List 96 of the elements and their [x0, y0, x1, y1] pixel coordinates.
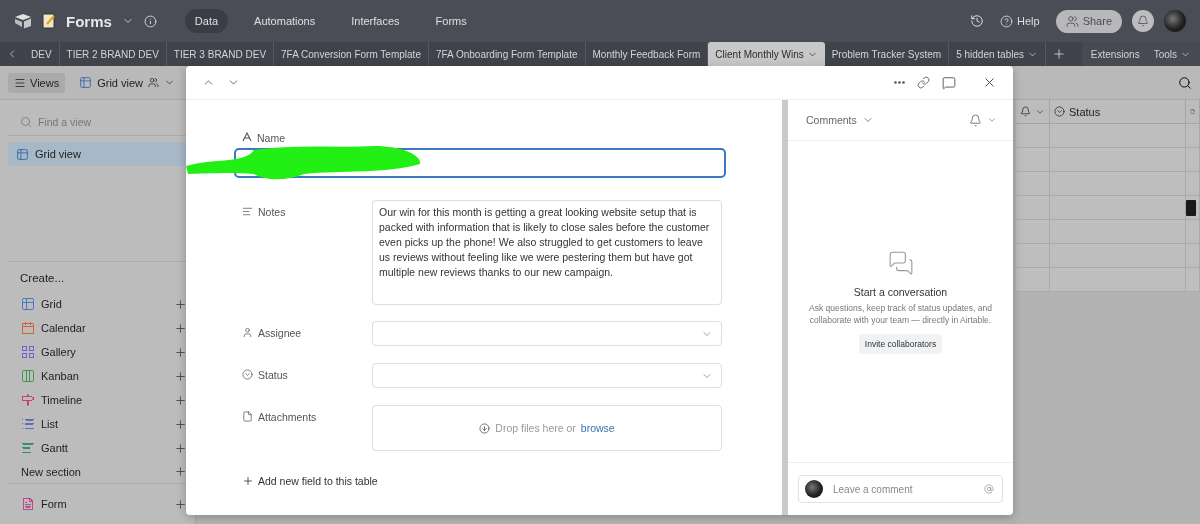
- link-button[interactable]: [915, 74, 932, 91]
- comments-dropdown[interactable]: Comments: [806, 114, 857, 126]
- plus-icon: [1052, 47, 1067, 61]
- plus-icon: [174, 297, 187, 311]
- user-avatar[interactable]: [1164, 10, 1186, 32]
- view-switcher[interactable]: Grid view: [73, 72, 181, 93]
- drop-hint: Drop files here or: [495, 422, 576, 434]
- new-section-label[interactable]: New section: [21, 465, 81, 478]
- table-tab[interactable]: Client Monthly Wins: [708, 42, 825, 66]
- table-cell: [1016, 244, 1050, 268]
- empty-description: Ask questions, keep track of status updates, and collaborate with your team — directly in Airtable.: [808, 301, 993, 326]
- plus-icon: [174, 465, 187, 478]
- table-cell: [1016, 220, 1050, 244]
- at-sign-icon: [984, 484, 994, 494]
- field-label: Attachments: [258, 411, 317, 423]
- chat-bubbles-icon: [887, 249, 914, 276]
- info-icon: [143, 14, 157, 28]
- bell-icon: [1020, 106, 1031, 117]
- more-icon: [894, 81, 905, 84]
- people-icon: [148, 77, 159, 88]
- close-icon: [982, 75, 997, 90]
- search-icon: [20, 115, 32, 128]
- empty-title: Start a conversation: [853, 285, 948, 298]
- invite-button[interactable]: Invite collaborators: [858, 333, 943, 354]
- nav-tab[interactable]: Interfaces: [341, 9, 410, 33]
- create-view-label[interactable]: Grid: [41, 298, 62, 310]
- bell-icon: [969, 113, 982, 127]
- nav-tab[interactable]: Data: [184, 9, 229, 33]
- create-view-label[interactable]: List: [41, 418, 59, 430]
- comment-icon: [942, 75, 956, 90]
- comment-input[interactable]: Leave a comment: [798, 475, 1003, 503]
- tools-button[interactable]: Tools: [1146, 42, 1198, 66]
- bell-icon: [1137, 15, 1149, 27]
- table-icon: [16, 147, 29, 161]
- plus-icon: [174, 345, 187, 359]
- field-label: Name: [257, 132, 285, 144]
- plus-icon: [174, 417, 187, 431]
- user-avatar: [805, 480, 823, 498]
- attachment-dropzone[interactable]: Drop files here or browse: [372, 405, 722, 451]
- create-view-label[interactable]: Timeline: [41, 394, 83, 406]
- file-icon: [1190, 106, 1195, 117]
- link-icon: [917, 76, 930, 89]
- plus-icon: [174, 393, 187, 407]
- notes-textarea[interactable]: Our win for this month is getting a great looking website setup that is packed with information that is likely to close sales before the customer even picks up the phone! We also struggled to get customers to leave us reviews without feeling like we were pestering them but have got multiple new reviews thanks to our new campaign.: [372, 200, 722, 305]
- column-header[interactable]: [1186, 100, 1200, 124]
- dropdown-circle-icon: [242, 369, 253, 380]
- create-view-label[interactable]: Calendar: [41, 322, 86, 334]
- menu-icon: [14, 76, 26, 89]
- people-icon: [1065, 14, 1079, 28]
- create-view-label[interactable]: Gallery: [41, 346, 76, 358]
- notepad-icon: [42, 13, 56, 29]
- plus-icon: [174, 497, 187, 511]
- paragraph-icon: [242, 206, 253, 217]
- extensions-button[interactable]: Extensions: [1083, 42, 1147, 66]
- table-cell: [1186, 124, 1200, 148]
- table-cell: [1016, 124, 1050, 148]
- help-button[interactable]: Help: [994, 10, 1046, 32]
- field-label: Assignee: [258, 327, 302, 339]
- sidebar-view-item[interactable]: Grid view: [8, 142, 187, 166]
- nav-tab[interactable]: Forms: [425, 9, 477, 33]
- table-icon: [79, 76, 93, 89]
- plus-icon: [242, 475, 254, 487]
- table-cell: [1016, 196, 1050, 220]
- share-button[interactable]: Share: [1055, 9, 1122, 33]
- column-header[interactable]: [1016, 100, 1050, 124]
- plus-icon: [174, 321, 187, 335]
- table-cell: [1016, 172, 1050, 196]
- base-name[interactable]: Forms: [66, 12, 112, 30]
- help-icon: [1000, 14, 1013, 28]
- table-cell: [1016, 268, 1050, 292]
- history-icon: [970, 14, 984, 28]
- create-view-label[interactable]: Kanban: [41, 370, 79, 382]
- letter-a-icon: [242, 132, 252, 142]
- create-view-label[interactable]: Form: [41, 498, 67, 510]
- add-field-button[interactable]: Add new field to this table: [242, 475, 726, 487]
- plus-icon: [174, 441, 187, 455]
- logo-icon: [14, 13, 32, 29]
- more-button[interactable]: [892, 79, 907, 86]
- column-header[interactable]: Status: [1050, 100, 1186, 124]
- plus-icon: [174, 369, 187, 383]
- browse-link[interactable]: browse: [580, 422, 615, 434]
- notifications-button[interactable]: [1132, 10, 1154, 32]
- nav-tab[interactable]: Automations: [244, 9, 326, 33]
- file-icon: [242, 411, 253, 422]
- table-cell: [1016, 148, 1050, 172]
- chevron-down-icon: [987, 115, 997, 125]
- attachment-thumbnail: [1186, 199, 1196, 216]
- search-icon: [1178, 75, 1192, 90]
- person-icon: [242, 327, 253, 338]
- dropdown-circle-icon: [1054, 106, 1065, 117]
- create-heading: Create...: [19, 271, 66, 286]
- create-view-label[interactable]: Gantt: [41, 442, 68, 454]
- field-label: Status: [258, 369, 288, 381]
- views-button[interactable]: Views: [8, 72, 66, 93]
- download-circle-icon: [479, 422, 491, 434]
- field-label: Notes: [258, 206, 286, 218]
